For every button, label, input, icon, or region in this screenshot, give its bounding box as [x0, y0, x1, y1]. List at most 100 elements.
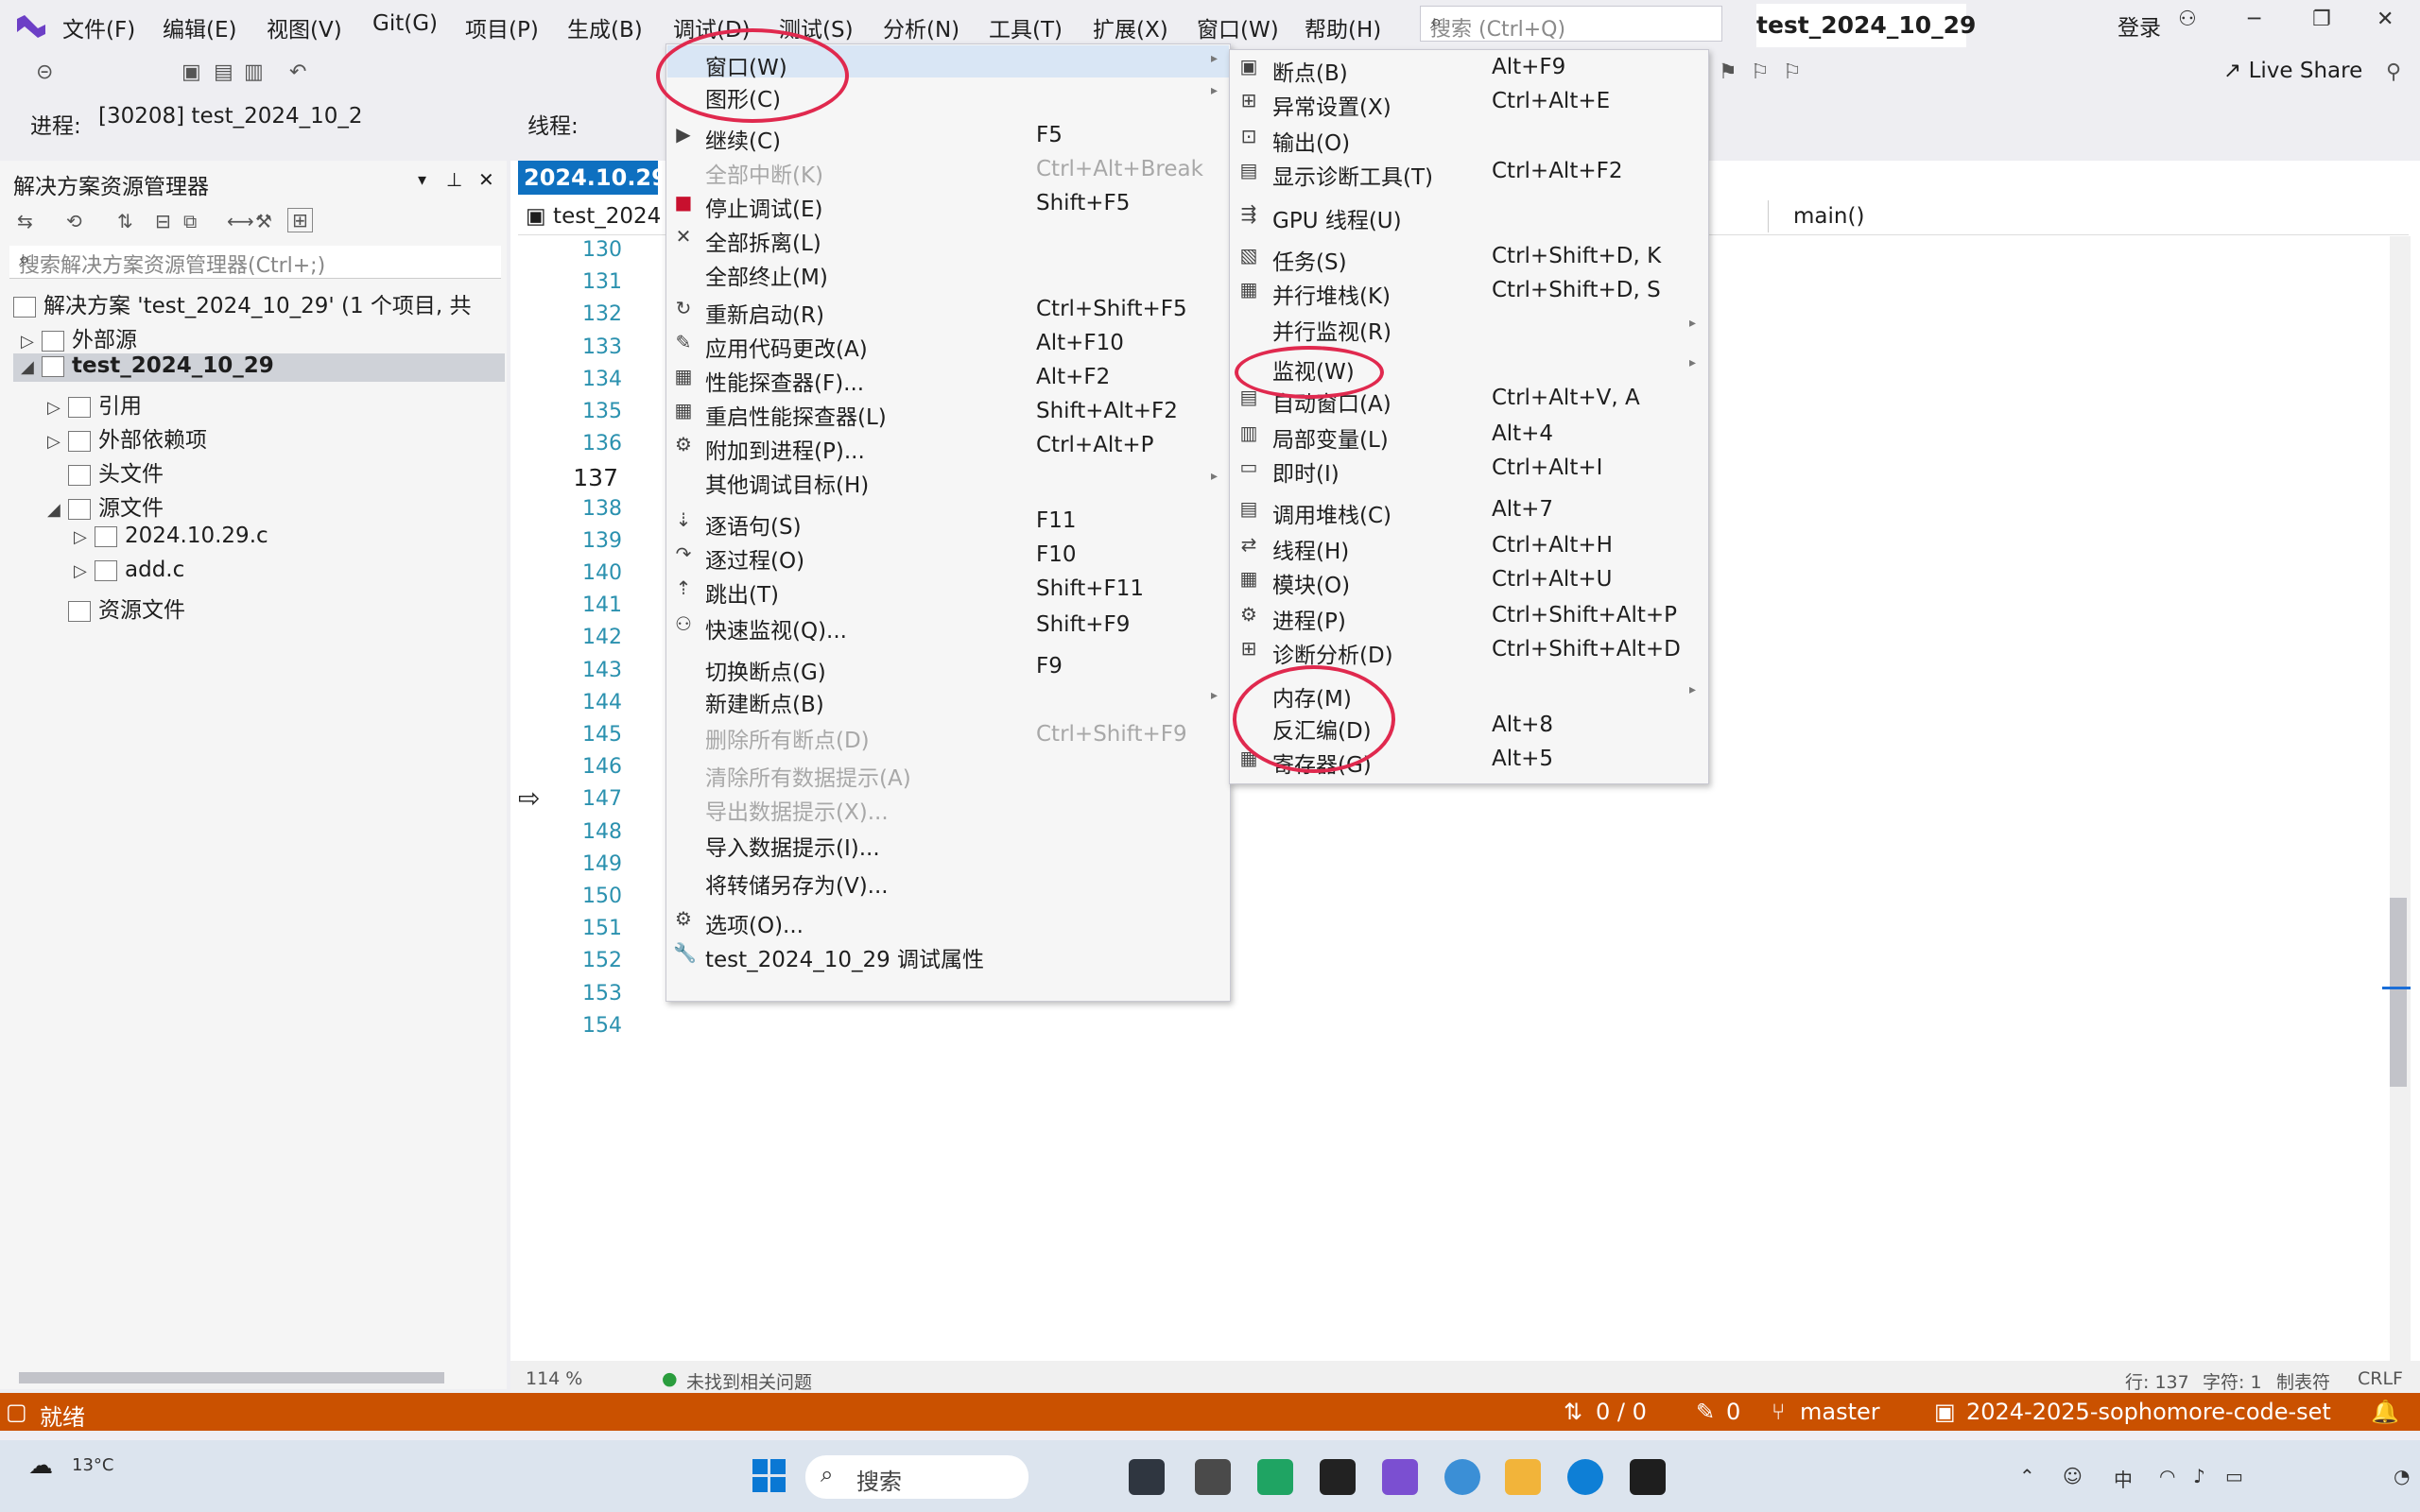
menu-file[interactable]: 文件(F) [62, 11, 135, 43]
window-submenu-item[interactable]: ▣ 断点(B) Alt+F9 [1231, 51, 1707, 86]
expand-icon[interactable]: ▷ [74, 527, 95, 547]
folder-icon[interactable] [1505, 1459, 1541, 1495]
pending-changes-icon[interactable]: ⇅ [117, 210, 133, 232]
debug-menu-item[interactable]: ▶ 继续(C) F5 [667, 119, 1229, 154]
browser-icon[interactable] [1567, 1459, 1603, 1495]
tree-resource-files[interactable]: 资源文件 [68, 592, 185, 624]
history-icon[interactable]: ⟲ [66, 210, 82, 232]
close-panel-icon[interactable]: ✕ [478, 168, 494, 191]
sheets-icon[interactable] [1257, 1459, 1293, 1495]
ime-icon[interactable]: 中 [2114, 1465, 2133, 1492]
debug-menu-item[interactable]: 其他调试目标(H) ▸ [667, 463, 1229, 498]
debug-menu-item[interactable]: ■ 停止调试(E) Shift+F5 [667, 187, 1229, 222]
debug-menu-item[interactable]: ⇣ 逐语句(S) F11 [667, 505, 1229, 540]
window-submenu-item[interactable]: ⊞ 异常设置(X) Ctrl+Alt+E [1231, 85, 1707, 120]
tree-solution[interactable]: 解决方案 'test_2024_10_29' (1 个项目, 共 [13, 287, 472, 319]
tree-external-deps[interactable]: ▷ 外部依赖项 [47, 421, 207, 454]
process-combo[interactable]: [30208] test_2024_10_2 [98, 104, 372, 136]
expand-icon[interactable]: ▷ [47, 398, 68, 418]
horizontal-scrollbar[interactable] [19, 1372, 444, 1383]
collapse-icon[interactable]: ⊟ [155, 210, 171, 232]
tree-source-files[interactable]: ◢ 源文件 [47, 490, 164, 522]
debug-menu-item[interactable]: ▦ 重启性能探查器(L) Shift+Alt+F2 [667, 395, 1229, 430]
collapse-icon[interactable]: ◢ [21, 357, 42, 377]
debug-menu-item[interactable]: ▦ 性能探查器(F)... Alt+F2 [667, 361, 1229, 396]
menu-tools[interactable]: 工具(T) [989, 11, 1063, 43]
line-ending[interactable]: CRLF [2358, 1368, 2403, 1389]
window-submenu-item[interactable]: ▥ 局部变量(L) Alt+4 [1231, 418, 1707, 453]
changes-count[interactable]: 0 [1726, 1399, 1740, 1425]
notification-icon[interactable]: 🔔 [2371, 1399, 2399, 1425]
menu-help[interactable]: 帮助(H) [1305, 11, 1381, 43]
file-explorer-icon[interactable] [1129, 1459, 1165, 1495]
bookmark-clear-icon[interactable]: ⚐ [1783, 60, 1802, 84]
weather-temp[interactable]: 13°C [72, 1455, 113, 1475]
tree-references[interactable]: ▷ 引用 [47, 387, 142, 420]
properties-icon[interactable]: ⚒ [255, 210, 272, 232]
debug-menu-item[interactable]: 新建断点(B) ▸ [667, 682, 1229, 717]
tree-file-main[interactable]: ▷ 2024.10.29.c [74, 524, 268, 548]
debug-menu-item[interactable]: 将转储另存为(V)... [667, 864, 1229, 899]
scrollbar-thumb[interactable] [2390, 898, 2407, 1087]
sync-count[interactable]: 0 / 0 [1596, 1399, 1647, 1425]
window-submenu-item[interactable]: ▦ 并行堆栈(K) Ctrl+Shift+D, S [1231, 274, 1707, 309]
menu-window[interactable]: 窗口(W) [1197, 11, 1279, 43]
window-submenu-item[interactable]: ⊞ 诊断分析(D) Ctrl+Shift+Alt+D [1231, 633, 1707, 668]
window-submenu-item[interactable]: ⇄ 线程(H) Ctrl+Alt+H [1231, 529, 1707, 564]
show-all-icon[interactable]: ⧉ [183, 210, 197, 232]
issues-status[interactable]: 未找到相关问题 [686, 1368, 812, 1394]
debug-menu-item[interactable]: ✎ 应用代码更改(A) Alt+F10 [667, 327, 1229, 362]
expand-icon[interactable]: ▷ [47, 432, 68, 452]
tray-chevron-icon[interactable]: ⌃ [2019, 1465, 2035, 1487]
menu-git[interactable]: Git(G) [372, 11, 438, 36]
save-all-icon[interactable]: ▥ [244, 60, 264, 84]
window-submenu-item[interactable]: ⊡ 输出(O) [1231, 121, 1707, 156]
window-submenu-item[interactable]: 并行监视(R) ▸ [1231, 310, 1707, 345]
debug-menu-item[interactable]: ⇡ 跳出(T) Shift+F11 [667, 573, 1229, 608]
game-icon[interactable] [1320, 1459, 1356, 1495]
menu-extensions[interactable]: 扩展(X) [1093, 11, 1168, 43]
visual-studio-icon[interactable] [1382, 1459, 1418, 1495]
window-submenu-item[interactable]: ▧ 任务(S) Ctrl+Shift+D, K [1231, 240, 1707, 275]
toggle-view-icon[interactable]: ⊞ [287, 208, 313, 232]
7zip-icon[interactable] [1195, 1459, 1231, 1495]
debug-menu-item[interactable]: ⚇ 快速监视(Q)... Shift+F9 [667, 609, 1229, 644]
window-submenu-item[interactable]: ▤ 显示诊断工具(T) Ctrl+Alt+F2 [1231, 155, 1707, 190]
debug-menu-item[interactable]: ↷ 逐过程(O) F10 [667, 539, 1229, 574]
debug-menu-item[interactable]: 🔧 test_2024_10_29 调试属性 [667, 937, 1229, 972]
menu-build[interactable]: 生成(B) [567, 11, 643, 43]
menu-view[interactable]: 视图(V) [267, 11, 342, 43]
preview-icon[interactable]: ⟷ [227, 210, 254, 232]
undo-icon[interactable]: ↶ [289, 60, 306, 84]
login-button[interactable]: 登录 [2118, 9, 2161, 42]
debug-menu-item[interactable]: ✕ 全部拆离(L) [667, 221, 1229, 256]
tab-mode[interactable]: 制表符 [2276, 1368, 2330, 1394]
battery-icon[interactable]: ▭ [2225, 1465, 2243, 1487]
volume-icon[interactable]: ♪ [2193, 1465, 2205, 1487]
document-tab[interactable]: 2024.10.29. [518, 161, 676, 195]
dropdown-icon[interactable]: ▾ [418, 170, 426, 190]
tree-header-files[interactable]: 头文件 [68, 455, 164, 488]
debug-menu-item[interactable]: 切换断点(G) F9 [667, 650, 1229, 685]
debug-menu-item[interactable]: ⚙ 附加到进程(P)... Ctrl+Alt+P [667, 429, 1229, 464]
collapse-icon[interactable]: ◢ [47, 500, 68, 520]
window-submenu-item[interactable]: ⚙ 进程(P) Ctrl+Shift+Alt+P [1231, 599, 1707, 634]
sync-icon[interactable]: ⇆ [17, 210, 33, 232]
terminal-icon[interactable] [1630, 1459, 1666, 1495]
menu-project[interactable]: 项目(P) [465, 11, 539, 43]
account-icon[interactable]: ⚇ [2178, 8, 2197, 31]
tree-file-add[interactable]: ▷ add.c [74, 558, 184, 582]
menu-edit[interactable]: 编辑(E) [163, 11, 236, 43]
branch-name[interactable]: master [1800, 1399, 1880, 1425]
pin-icon[interactable]: ⊥ [446, 168, 462, 191]
start-icon[interactable] [752, 1459, 786, 1493]
search-input[interactable]: 搜索 (Ctrl+Q) ⌕ [1420, 6, 1722, 42]
window-submenu-item[interactable]: ▭ 即时(I) Ctrl+Alt+I [1231, 452, 1707, 487]
feedback-icon[interactable]: ⚲ [2386, 60, 2401, 84]
debug-menu-item[interactable]: ↻ 重新启动(R) Ctrl+Shift+F5 [667, 293, 1229, 328]
window-submenu-item[interactable]: ▤ 调用堆栈(C) Alt+7 [1231, 493, 1707, 528]
tray-app-icon[interactable]: ☺ [2063, 1465, 2083, 1487]
back-icon[interactable]: ⊝ [36, 60, 53, 84]
menu-analyze[interactable]: 分析(N) [883, 11, 959, 43]
zoom-level[interactable]: 114 % [526, 1368, 582, 1389]
